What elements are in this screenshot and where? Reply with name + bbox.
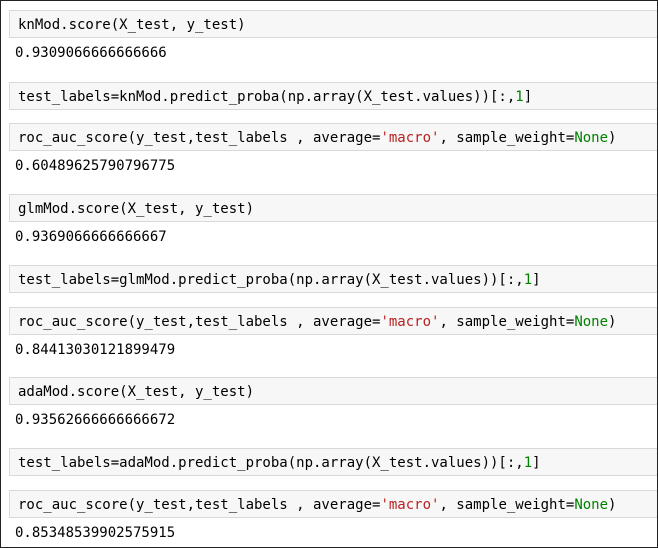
cell-output: 0.9369066666666667	[15, 229, 167, 245]
cell-output: 0.60489625790796775	[15, 158, 176, 174]
code-string: 'macro'	[380, 130, 440, 146]
code-cell-input[interactable]: knMod.score(X_test, y_test)	[9, 10, 657, 38]
code-text: test_labels=adaMod.predict_proba(np.arra…	[18, 455, 524, 471]
code-text: )	[608, 497, 617, 513]
notebook-panel: knMod.score(X_test, y_test) 0.9309066666…	[0, 0, 658, 548]
code-string: 'macro'	[380, 314, 440, 330]
code-cell-input[interactable]: test_labels=glmMod.predict_proba(np.arra…	[9, 265, 657, 293]
code-cell-input[interactable]: test_labels=knMod.predict_proba(np.array…	[9, 82, 657, 110]
notebook-cell: test_labels=glmMod.predict_proba(np.arra…	[9, 265, 657, 293]
code-text: , sample_weight=	[439, 130, 575, 146]
notebook-cell: glmMod.score(X_test, y_test) 0.936906666…	[9, 194, 657, 247]
code-text: ]	[523, 89, 533, 105]
notebook-cell: roc_auc_score(y_test,test_labels , avera…	[9, 123, 657, 176]
cell-output: 0.85348539902575915	[15, 525, 176, 541]
code-text: ]	[532, 272, 541, 288]
cell-output: 0.93562666666666672	[15, 412, 176, 428]
code-keyword: None	[574, 130, 609, 146]
notebook-cell: test_labels=adaMod.predict_proba(np.arra…	[9, 448, 657, 476]
code-text: ]	[532, 455, 541, 471]
code-cell-input[interactable]: roc_auc_score(y_test,test_labels , avera…	[9, 307, 657, 335]
code-keyword: None	[574, 497, 609, 513]
code-text: , sample_weight=	[439, 497, 575, 513]
code-text: )	[608, 314, 617, 330]
code-text: , sample_weight=	[439, 314, 575, 330]
code-text: roc_auc_score(y_test,test_labels , avera…	[18, 130, 381, 146]
code-text: )	[608, 130, 617, 146]
notebook-cell: test_labels=knMod.predict_proba(np.array…	[9, 82, 657, 110]
code-text: roc_auc_score(y_test,test_labels , avera…	[18, 314, 381, 330]
code-text: adaMod.score(X_test, y_test)	[18, 384, 255, 400]
code-cell-input[interactable]: test_labels=adaMod.predict_proba(np.arra…	[9, 448, 657, 476]
notebook-cell: roc_auc_score(y_test,test_labels , avera…	[9, 307, 657, 360]
code-text: test_labels=knMod.predict_proba(np.array…	[18, 89, 516, 105]
notebook-cell: adaMod.score(X_test, y_test) 0.935626666…	[9, 377, 657, 430]
cell-output: 0.84413030121899479	[15, 342, 176, 358]
code-text: test_labels=glmMod.predict_proba(np.arra…	[18, 272, 524, 288]
code-cell-input[interactable]: roc_auc_score(y_test,test_labels , avera…	[9, 123, 657, 151]
code-number: 1	[523, 455, 533, 471]
code-text: knMod.score(X_test, y_test)	[18, 17, 246, 33]
notebook-cell: roc_auc_score(y_test,test_labels , avera…	[9, 490, 657, 543]
code-number: 1	[515, 89, 524, 105]
code-cell-input[interactable]: roc_auc_score(y_test,test_labels , avera…	[9, 490, 657, 518]
code-cell-input[interactable]: glmMod.score(X_test, y_test)	[9, 194, 657, 222]
code-text: glmMod.score(X_test, y_test)	[18, 201, 255, 217]
cell-output: 0.9309066666666666	[15, 45, 167, 61]
code-string: 'macro'	[380, 497, 440, 513]
notebook-cell: knMod.score(X_test, y_test) 0.9309066666…	[9, 10, 657, 63]
code-text: roc_auc_score(y_test,test_labels , avera…	[18, 497, 381, 513]
code-cell-input[interactable]: adaMod.score(X_test, y_test)	[9, 377, 657, 405]
code-keyword: None	[574, 314, 609, 330]
code-number: 1	[523, 272, 533, 288]
